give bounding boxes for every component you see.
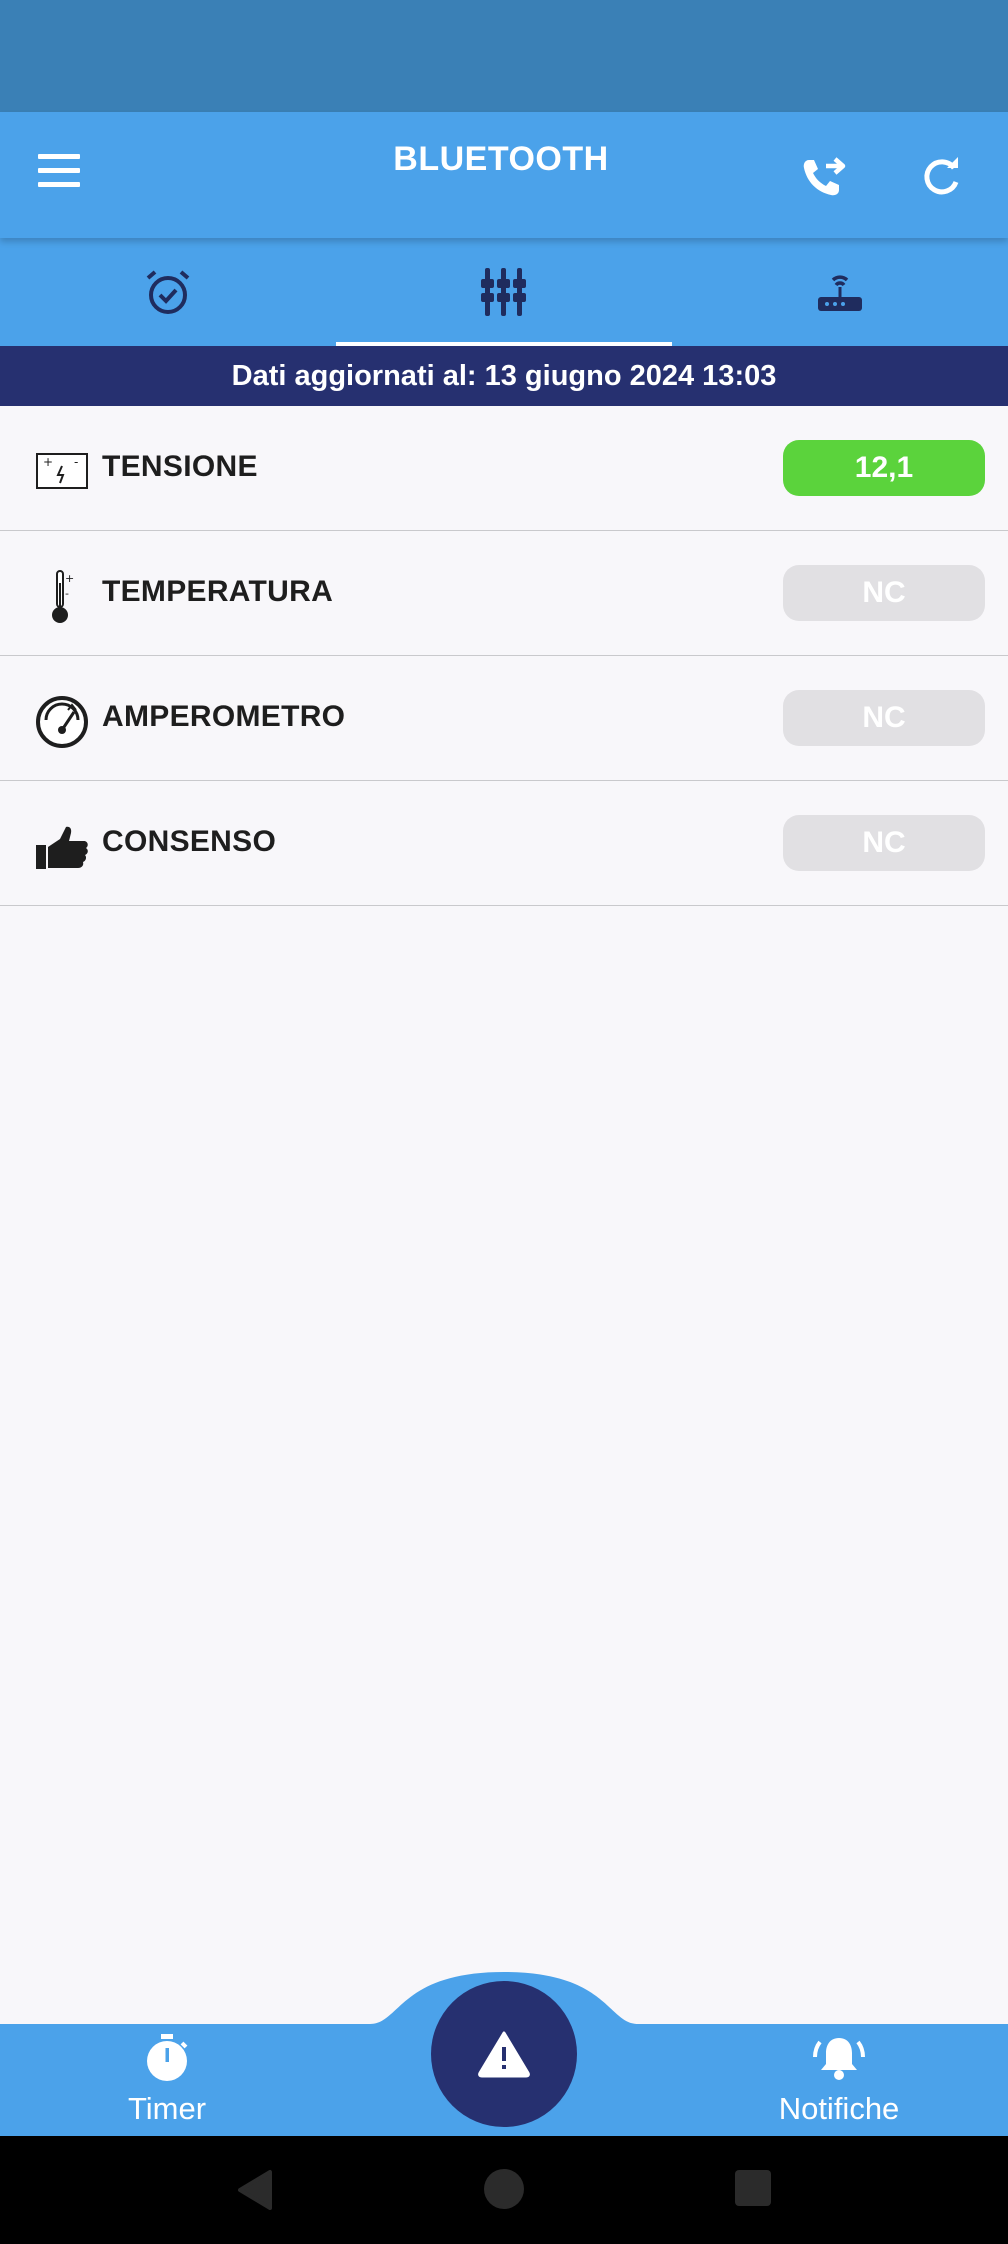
svg-text:-: - xyxy=(65,587,69,600)
tab-timer[interactable] xyxy=(0,238,336,346)
call-forward-button[interactable] xyxy=(795,148,851,204)
app-title: BLUETOOTH xyxy=(393,140,609,178)
tab-connectors[interactable] xyxy=(336,238,672,346)
refresh-icon xyxy=(924,157,959,195)
update-banner: Dati aggiornati al: 13 giugno 2024 13:03 xyxy=(0,346,1008,406)
nav-timer[interactable]: Timer xyxy=(67,2034,267,2134)
status-badge: NC xyxy=(783,565,985,621)
nav-notifiche[interactable]: Notifiche xyxy=(739,2034,939,2134)
alarm-check-icon xyxy=(146,270,190,314)
alarm-fab-button[interactable] xyxy=(431,1981,577,2127)
thumbs-up-icon xyxy=(34,819,90,875)
svg-text:-: - xyxy=(74,455,78,469)
row-amperometro: AMPEROMETRO NC xyxy=(0,656,1008,781)
nav-timer-label: Timer xyxy=(127,2091,207,2126)
thermometer-icon: + - xyxy=(34,569,90,625)
status-badge: NC xyxy=(783,815,985,871)
nav-notifiche-label: Notifiche xyxy=(778,2091,900,2126)
row-temperatura: + - TEMPERATURA NC xyxy=(0,531,1008,656)
row-label: TEMPERATURA xyxy=(102,575,334,608)
row-consenso: CONSENSO NC xyxy=(0,781,1008,906)
status-bar xyxy=(0,0,1008,112)
svg-text:+: + xyxy=(43,455,53,469)
refresh-button[interactable] xyxy=(914,148,970,204)
bell-ringing-icon xyxy=(813,2038,865,2080)
row-label: AMPEROMETRO xyxy=(102,700,346,733)
gauge-icon xyxy=(34,694,90,750)
home-icon[interactable] xyxy=(483,2168,525,2210)
tab-bar xyxy=(0,238,1008,346)
connector-pins-icon xyxy=(481,268,526,316)
tab-router[interactable] xyxy=(672,238,1008,346)
app-bar: BLUETOOTH xyxy=(0,112,1008,238)
status-badge: 12,1 xyxy=(783,440,985,496)
row-tensione: + - TENSIONE 12,1 xyxy=(0,406,1008,531)
recents-icon[interactable] xyxy=(734,2168,772,2208)
system-nav-bar xyxy=(0,2136,1008,2244)
status-badge: NC xyxy=(783,690,985,746)
row-label: TENSIONE xyxy=(102,450,258,483)
row-label: CONSENSO xyxy=(102,825,277,858)
stopwatch-icon xyxy=(147,2034,188,2081)
warning-icon xyxy=(478,2031,530,2078)
phone-forward-icon xyxy=(803,157,846,196)
battery-voltage-icon: + - xyxy=(34,444,90,500)
svg-text:+: + xyxy=(65,572,74,585)
router-wifi-icon xyxy=(818,275,862,311)
back-icon[interactable] xyxy=(234,2168,274,2212)
